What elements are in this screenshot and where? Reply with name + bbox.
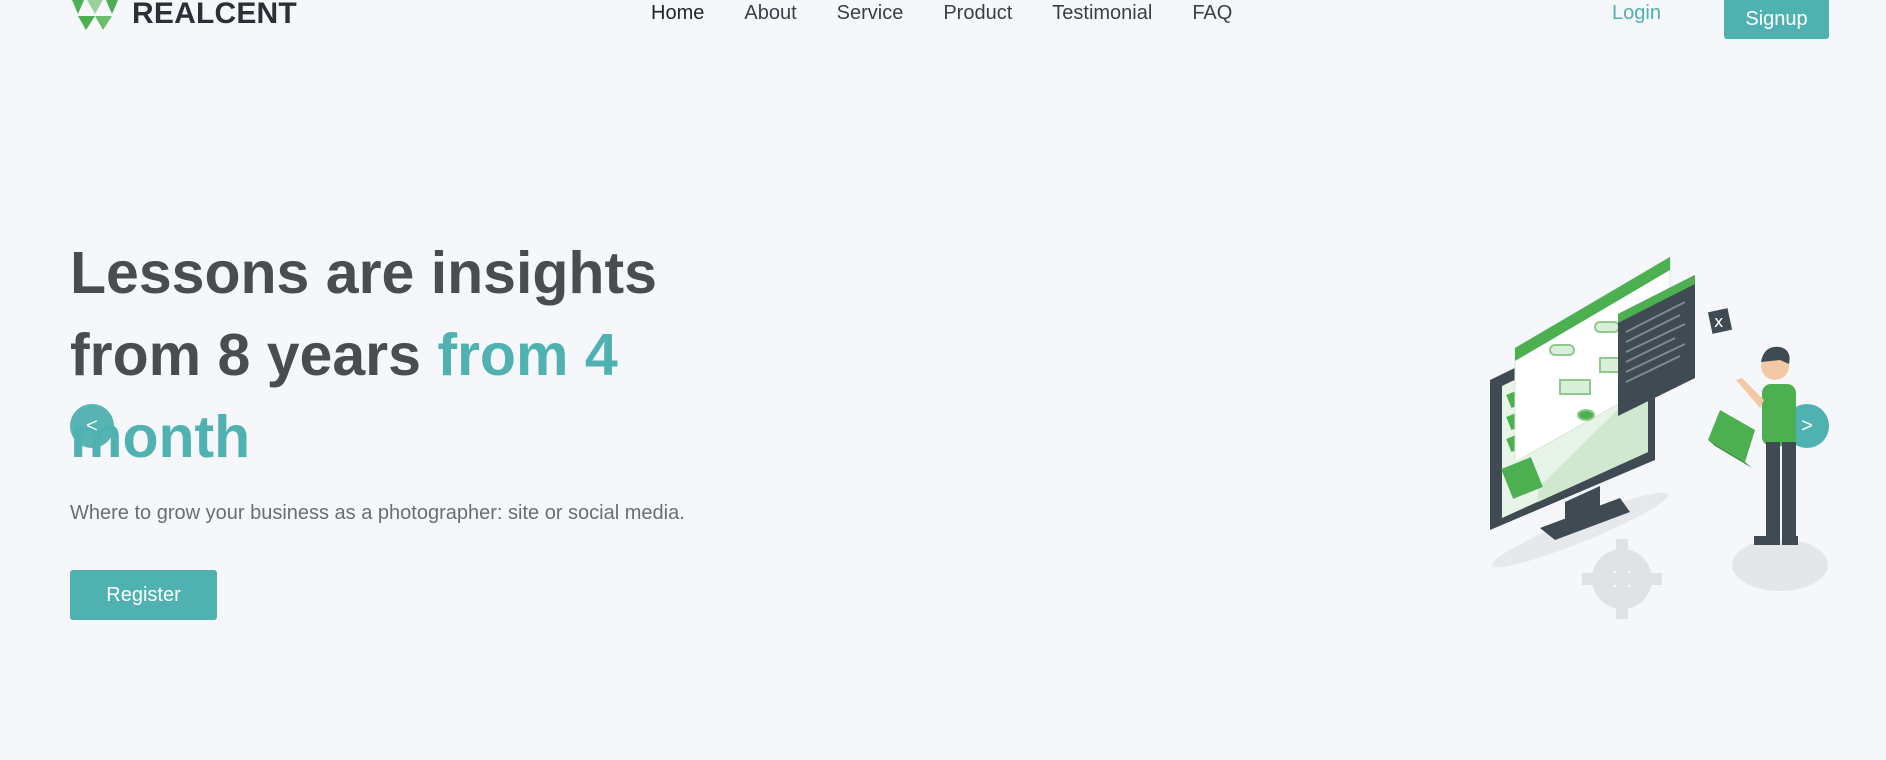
- site-header: REALCENT Home About Service Product Test…: [0, 0, 1886, 40]
- nav-service[interactable]: Service: [837, 2, 904, 25]
- brand-name: REALCENT: [132, 0, 297, 30]
- svg-text:x: x: [1714, 312, 1723, 331]
- nav-home[interactable]: Home: [651, 2, 704, 25]
- nav-faq[interactable]: FAQ: [1192, 2, 1232, 25]
- register-button[interactable]: Register: [70, 570, 217, 620]
- hero-title: Lessons are insights from 8 years from 4…: [70, 232, 770, 478]
- nav-about[interactable]: About: [744, 2, 796, 25]
- brand-logo[interactable]: REALCENT: [70, 0, 297, 34]
- carousel-prev-button[interactable]: <: [70, 404, 114, 448]
- logo-icon: [72, 0, 118, 30]
- signup-button[interactable]: Signup: [1724, 0, 1829, 39]
- hero-illustration: x: [1490, 256, 1828, 619]
- login-link[interactable]: Login: [1612, 2, 1661, 25]
- gear-icon: [1582, 539, 1662, 619]
- nav-testimonial[interactable]: Testimonial: [1052, 2, 1152, 25]
- hero-subtitle: Where to grow your business as a photogr…: [70, 502, 685, 524]
- main-nav: Home About Service Product Testimonial F…: [651, 2, 1232, 25]
- nav-product[interactable]: Product: [943, 2, 1012, 25]
